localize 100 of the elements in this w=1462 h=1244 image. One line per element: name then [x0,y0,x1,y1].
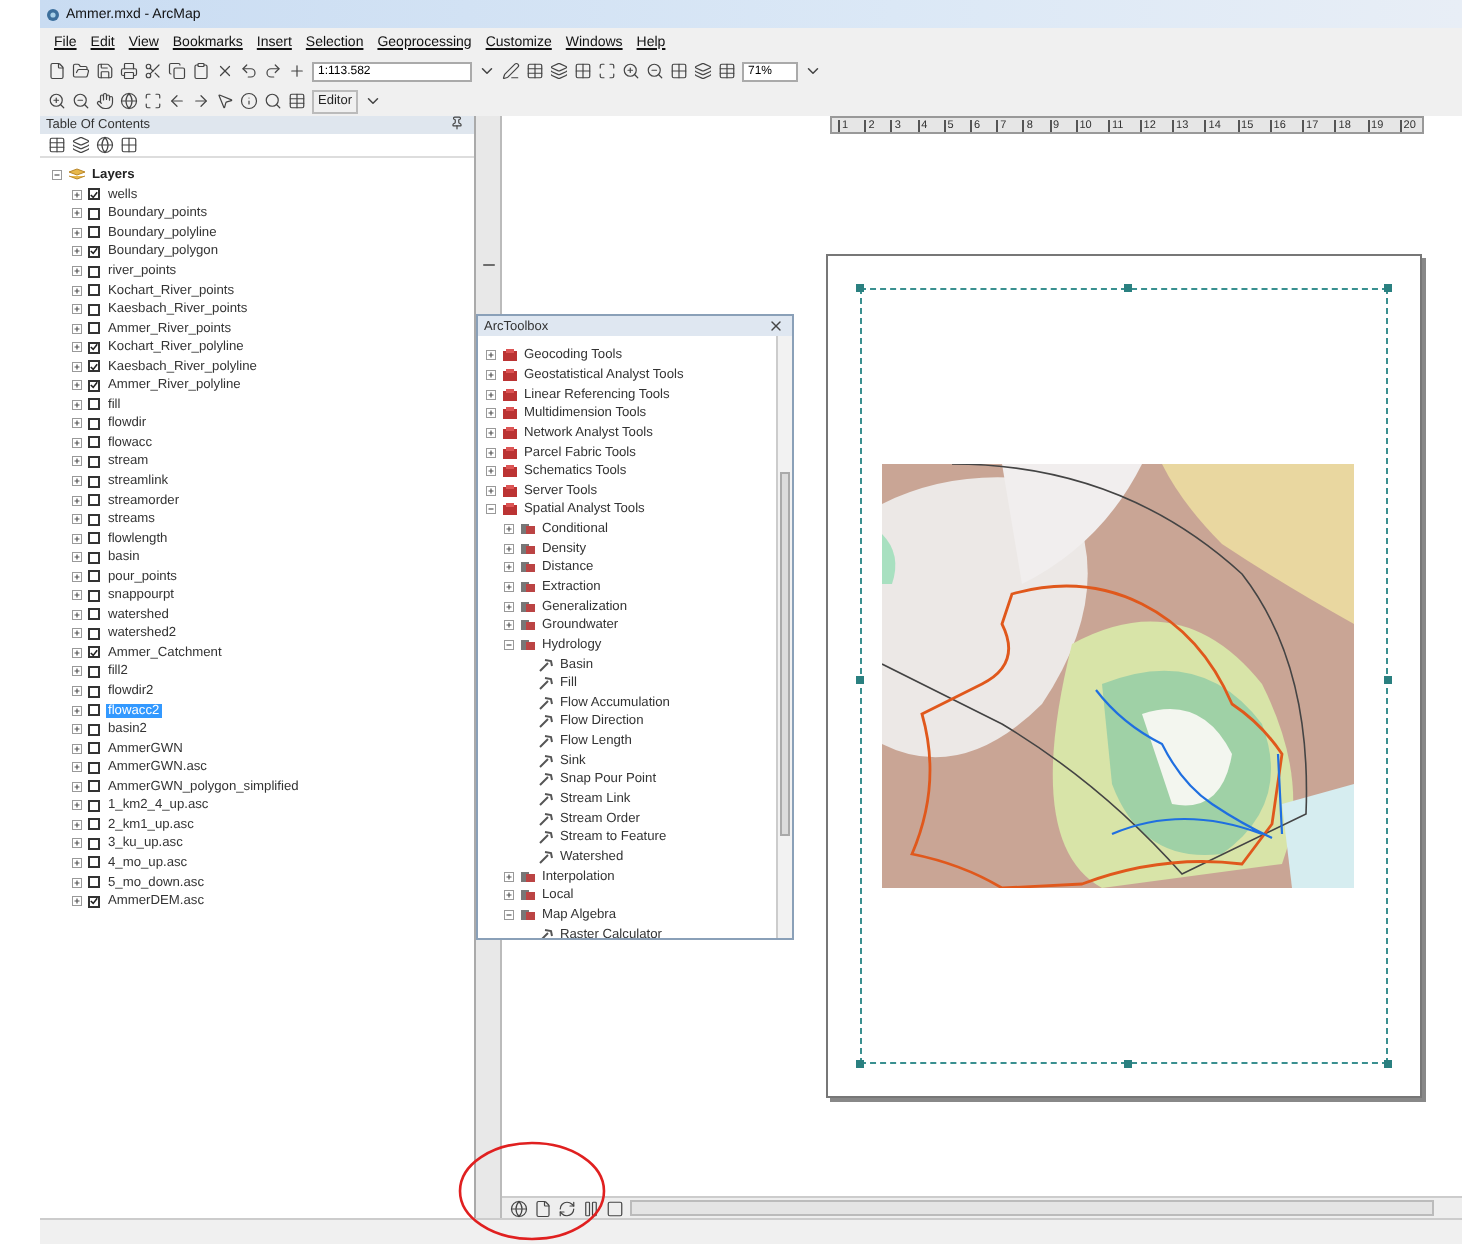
layer-checkbox[interactable] [88,513,100,526]
layer-checkbox[interactable] [88,761,100,774]
forward-icon[interactable] [192,92,210,110]
expand-icon[interactable] [504,601,514,612]
layer-checkbox[interactable] [88,646,100,659]
expand-icon[interactable] [504,543,514,554]
layer-checkbox[interactable] [88,379,100,392]
layer-checkbox[interactable] [88,723,100,736]
expand-icon[interactable] [72,762,82,773]
expand-icon[interactable] [72,590,82,601]
resize-handle[interactable] [856,1060,864,1068]
resize-handle[interactable] [856,284,864,292]
resize-handle[interactable] [1124,1060,1132,1068]
layer-checkbox[interactable] [88,742,100,755]
refresh-icon[interactable] [558,1199,576,1217]
layer-checkbox[interactable] [88,570,100,583]
undo-icon[interactable] [240,62,258,80]
layer-checkbox[interactable] [88,207,100,220]
horizontal-scrollbar[interactable] [630,1200,1434,1216]
find-icon[interactable] [264,92,282,110]
grid-icon[interactable] [574,62,592,80]
data-view-icon[interactable] [510,1199,528,1217]
expand-icon[interactable] [72,552,82,563]
expand-icon[interactable] [72,743,82,754]
dropdown-icon[interactable] [478,62,496,80]
expand-icon[interactable] [486,466,496,477]
globe-icon[interactable] [120,92,138,110]
collapse-icon[interactable] [504,639,514,650]
expand-icon[interactable] [486,408,496,419]
layer-checkbox[interactable] [88,627,100,640]
grid-icon[interactable] [670,62,688,80]
pause-icon[interactable] [582,1199,600,1217]
redo-icon[interactable] [264,62,282,80]
dropdown-icon[interactable] [804,62,822,80]
layer-checkbox[interactable] [88,188,100,201]
expand-icon[interactable] [504,620,514,631]
table-icon[interactable] [526,62,544,80]
expand-icon[interactable] [486,369,496,380]
save-icon[interactable] [96,62,114,80]
expand-icon[interactable] [72,838,82,849]
expand-icon[interactable] [72,609,82,620]
layer-checkbox[interactable] [88,436,100,449]
expand-icon[interactable] [72,857,82,868]
expand-icon[interactable] [486,447,496,458]
copy-icon[interactable] [168,62,186,80]
resize-handle[interactable] [856,676,864,684]
layer-checkbox[interactable] [88,608,100,621]
cut-icon[interactable] [144,62,162,80]
layer-checkbox[interactable] [88,799,100,812]
dropdown-icon[interactable] [363,92,382,110]
layer-checkbox[interactable] [88,398,100,411]
layer-checkbox[interactable] [88,455,100,468]
collapse-icon[interactable] [504,909,514,920]
close-icon[interactable] [768,317,786,335]
layer-checkbox[interactable] [88,704,100,717]
layer-checkbox[interactable] [88,780,100,793]
expand-icon[interactable] [72,304,82,315]
expand-icon[interactable] [72,227,82,238]
zoom-in-icon[interactable] [48,92,66,110]
layer-checkbox[interactable] [88,360,100,373]
open-folder-icon[interactable] [72,62,90,80]
expand-icon[interactable] [72,724,82,735]
zoom-out-icon[interactable] [646,62,664,80]
expand-icon[interactable] [72,456,82,467]
expand-icon[interactable] [72,781,82,792]
expand-icon[interactable] [72,418,82,429]
pan-icon[interactable] [96,92,114,110]
expand-icon[interactable] [504,582,514,592]
table-icon[interactable] [288,92,306,110]
delete-icon[interactable] [216,62,234,80]
expand-icon[interactable] [72,476,82,487]
expand-icon[interactable] [72,285,82,296]
expand-icon[interactable] [72,666,82,677]
expand-icon[interactable] [504,871,514,882]
new-file-icon[interactable] [48,62,66,80]
layout-view-icon[interactable] [534,1199,552,1217]
layer-checkbox[interactable] [88,417,100,430]
layer-checkbox[interactable] [88,685,100,698]
expand-icon[interactable] [72,399,82,410]
expand-icon[interactable] [72,533,82,544]
resize-handle[interactable] [1384,676,1392,684]
expand-icon[interactable] [72,495,82,506]
collapse-icon[interactable] [486,504,496,515]
layer-checkbox[interactable] [88,665,100,678]
layers-icon[interactable] [694,62,712,80]
layer-checkbox[interactable] [88,895,100,908]
layer-checkbox[interactable] [88,226,100,239]
full-extent-icon[interactable] [144,92,162,110]
expand-icon[interactable] [504,562,514,573]
layers-icon[interactable] [72,136,90,154]
layer-checkbox[interactable] [88,532,100,545]
grid-icon[interactable] [120,136,138,154]
layer-checkbox[interactable] [88,245,100,258]
expand-icon[interactable] [504,890,514,901]
identify-icon[interactable] [240,92,258,110]
expand-icon[interactable] [72,342,82,353]
expand-icon[interactable] [72,361,82,372]
layer-checkbox[interactable] [88,265,100,277]
back-icon[interactable] [168,92,186,110]
add-data-icon[interactable] [288,62,306,80]
